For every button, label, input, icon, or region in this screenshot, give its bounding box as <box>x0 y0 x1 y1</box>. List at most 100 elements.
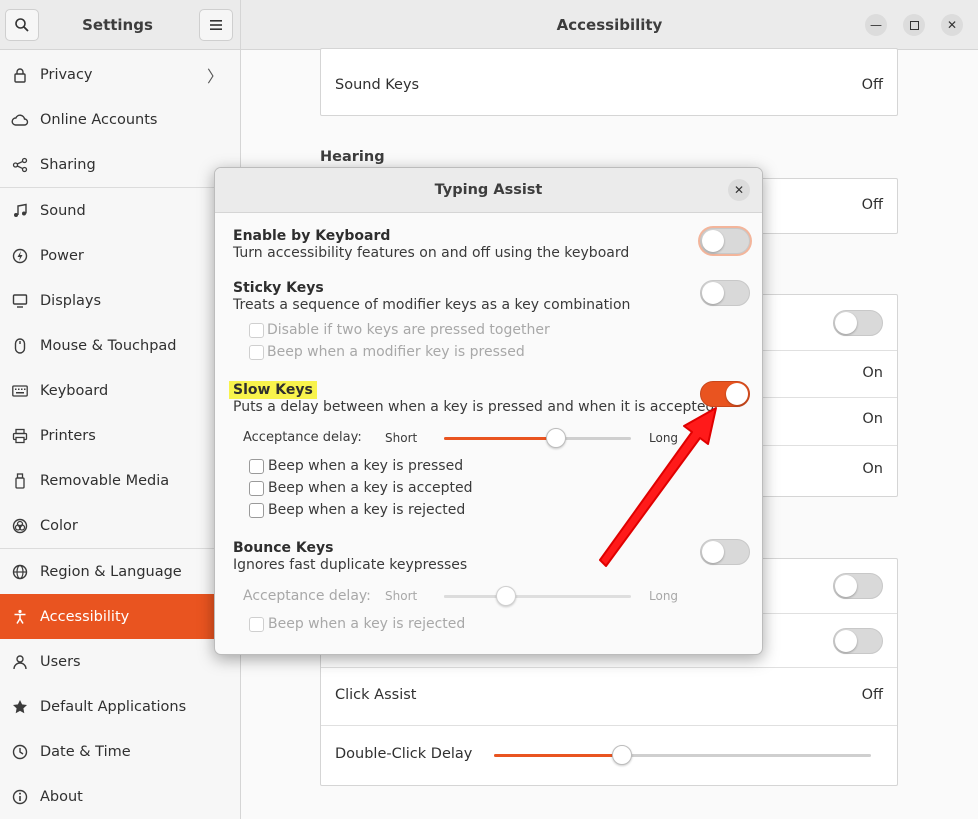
slow-beep-accepted-label: Beep when a key is accepted <box>268 480 473 496</box>
click-assist-row[interactable]: Click Assist Off <box>321 668 897 725</box>
dialog-title: Typing Assist <box>434 182 543 198</box>
slow-beep-pressed-label: Beep when a key is pressed <box>268 458 464 474</box>
music-note-icon <box>11 202 29 220</box>
search-button[interactable] <box>5 9 39 41</box>
chevron-right-icon: 〉 <box>206 66 223 86</box>
sidebar-item-label: Power <box>40 247 84 264</box>
hamburger-icon <box>210 20 222 30</box>
hearing-value: Off <box>861 197 883 213</box>
sidebar-item-keyboard[interactable]: Keyboard <box>0 368 240 413</box>
enable-by-keyboard-toggle[interactable] <box>700 228 750 254</box>
sidebar-item-label: Mouse & Touchpad <box>40 337 177 354</box>
sticky-keys-desc: Treats a sequence of modifier keys as a … <box>233 297 631 313</box>
sidebar-item-accessibility[interactable]: Accessibility <box>0 594 240 639</box>
sidebar-item-displays[interactable]: Displays <box>0 278 240 323</box>
sticky-beep-checkbox[interactable] <box>249 345 264 360</box>
close-icon: ✕ <box>733 183 745 197</box>
sidebar-item-label: Online Accounts <box>40 111 158 128</box>
background-toggle[interactable] <box>833 310 883 336</box>
sidebar-item-default-applications[interactable]: Default Applications <box>0 684 240 729</box>
sidebar-item-label: Privacy <box>40 66 93 83</box>
enable-by-keyboard-title: Enable by Keyboard <box>233 228 391 244</box>
power-icon <box>11 247 29 265</box>
sidebar-item-users[interactable]: Users <box>0 639 240 684</box>
bounce-keys-toggle[interactable] <box>700 539 750 565</box>
share-icon <box>11 156 29 174</box>
sidebar-item-power[interactable]: Power <box>0 233 240 278</box>
enable-by-keyboard-desc: Turn accessibility features on and off u… <box>233 245 630 261</box>
sound-keys-label: Sound Keys <box>335 77 420 93</box>
row-value: On <box>862 461 883 477</box>
double-click-delay-label: Double-Click Delay <box>335 746 473 762</box>
sound-keys-row[interactable]: Sound Keys Off <box>321 59 897 115</box>
sidebar-item-label: Date & Time <box>40 743 131 760</box>
users-icon <box>11 653 29 671</box>
maximize-button[interactable] <box>903 14 925 36</box>
bounce-acceptance-delay-label: Acceptance delay: <box>243 588 371 604</box>
dialog-close-button[interactable]: ✕ <box>728 179 750 201</box>
sidebar-item-label: Sound <box>40 202 86 219</box>
slow-delay-fill <box>444 437 556 440</box>
sidebar-item-mouse-touchpad[interactable]: Mouse & Touchpad <box>0 323 240 368</box>
background-toggle[interactable] <box>833 573 883 599</box>
sidebar-item-label: Color <box>40 517 78 534</box>
sticky-beep-label: Beep when a modifier key is pressed <box>267 344 525 360</box>
sidebar-item-label: Sharing <box>40 156 96 173</box>
double-click-delay-slider[interactable] <box>612 745 632 765</box>
bounce-keys-desc: Ignores fast duplicate keypresses <box>233 557 468 573</box>
slow-keys-toggle[interactable] <box>700 381 750 407</box>
maximize-icon <box>909 20 919 30</box>
bounce-short-label: Short <box>385 589 418 603</box>
sidebar-item-removable-media[interactable]: Removable Media <box>0 458 240 503</box>
sidebar-item-sound[interactable]: Sound <box>0 188 240 233</box>
lock-icon <box>11 66 29 84</box>
close-button[interactable]: ✕ <box>941 14 963 36</box>
printer-icon <box>11 427 29 445</box>
sidebar-item-color[interactable]: Color <box>0 503 240 548</box>
sidebar-item-printers[interactable]: Printers <box>0 413 240 458</box>
search-icon <box>15 18 29 32</box>
slow-keys-desc: Puts a delay between when a key is press… <box>233 399 715 415</box>
bounce-beep-rejected-checkbox[interactable] <box>249 617 264 632</box>
sidebar-item-region-language[interactable]: Region & Language <box>0 549 240 594</box>
slow-short-label: Short <box>385 431 418 445</box>
sidebar-item-label: Printers <box>40 427 96 444</box>
usb-drive-icon <box>11 472 29 490</box>
slow-beep-accepted-checkbox[interactable] <box>249 481 264 496</box>
sidebar-item-label: About <box>40 788 83 805</box>
sticky-disable-label: Disable if two keys are pressed together <box>267 322 550 338</box>
sidebar-item-online-accounts[interactable]: Online Accounts <box>0 97 240 142</box>
click-assist-label: Click Assist <box>335 687 417 703</box>
bounce-delay-slider[interactable] <box>496 586 516 606</box>
accessibility-icon <box>11 608 29 626</box>
sidebar-item-date-time[interactable]: Date & Time <box>0 729 240 774</box>
slow-beep-rejected-checkbox[interactable] <box>249 503 264 518</box>
slow-delay-slider[interactable] <box>546 428 566 448</box>
bounce-beep-rejected-label: Beep when a key is rejected <box>268 616 466 632</box>
sidebar-item-label: Displays <box>40 292 102 309</box>
sidebar-item-privacy[interactable]: Privacy 〉 <box>0 52 240 97</box>
sidebar-item-label: Default Applications <box>40 698 187 715</box>
sticky-disable-checkbox[interactable] <box>249 323 264 338</box>
slow-long-label: Long <box>649 431 679 445</box>
slow-beep-pressed-checkbox[interactable] <box>249 459 264 474</box>
clock-icon <box>11 743 29 761</box>
slow-acceptance-delay-label: Acceptance delay: <box>243 430 362 445</box>
typing-assist-dialog: Typing Assist ✕ Enable by Keyboard Turn … <box>214 167 763 655</box>
sidebar-item-about[interactable]: About <box>0 774 240 819</box>
sidebar-item-sharing[interactable]: Sharing <box>0 142 240 187</box>
main-header: Accessibility — ✕ <box>241 0 978 50</box>
sidebar-item-label: Users <box>40 653 81 670</box>
mouse-icon <box>11 337 29 355</box>
globe-icon <box>11 563 29 581</box>
sidebar-item-label: Accessibility <box>40 608 130 625</box>
sticky-keys-toggle[interactable] <box>700 280 750 306</box>
menu-button[interactable] <box>199 9 233 41</box>
sidebar-item-label: Keyboard <box>40 382 109 399</box>
minimize-icon: — <box>870 18 882 32</box>
star-icon <box>11 698 29 716</box>
sidebar-title: Settings <box>82 16 153 34</box>
sidebar: Privacy 〉 Online Accounts Sharing Sound … <box>0 50 241 819</box>
minimize-button[interactable]: — <box>865 14 887 36</box>
background-toggle[interactable] <box>833 628 883 654</box>
